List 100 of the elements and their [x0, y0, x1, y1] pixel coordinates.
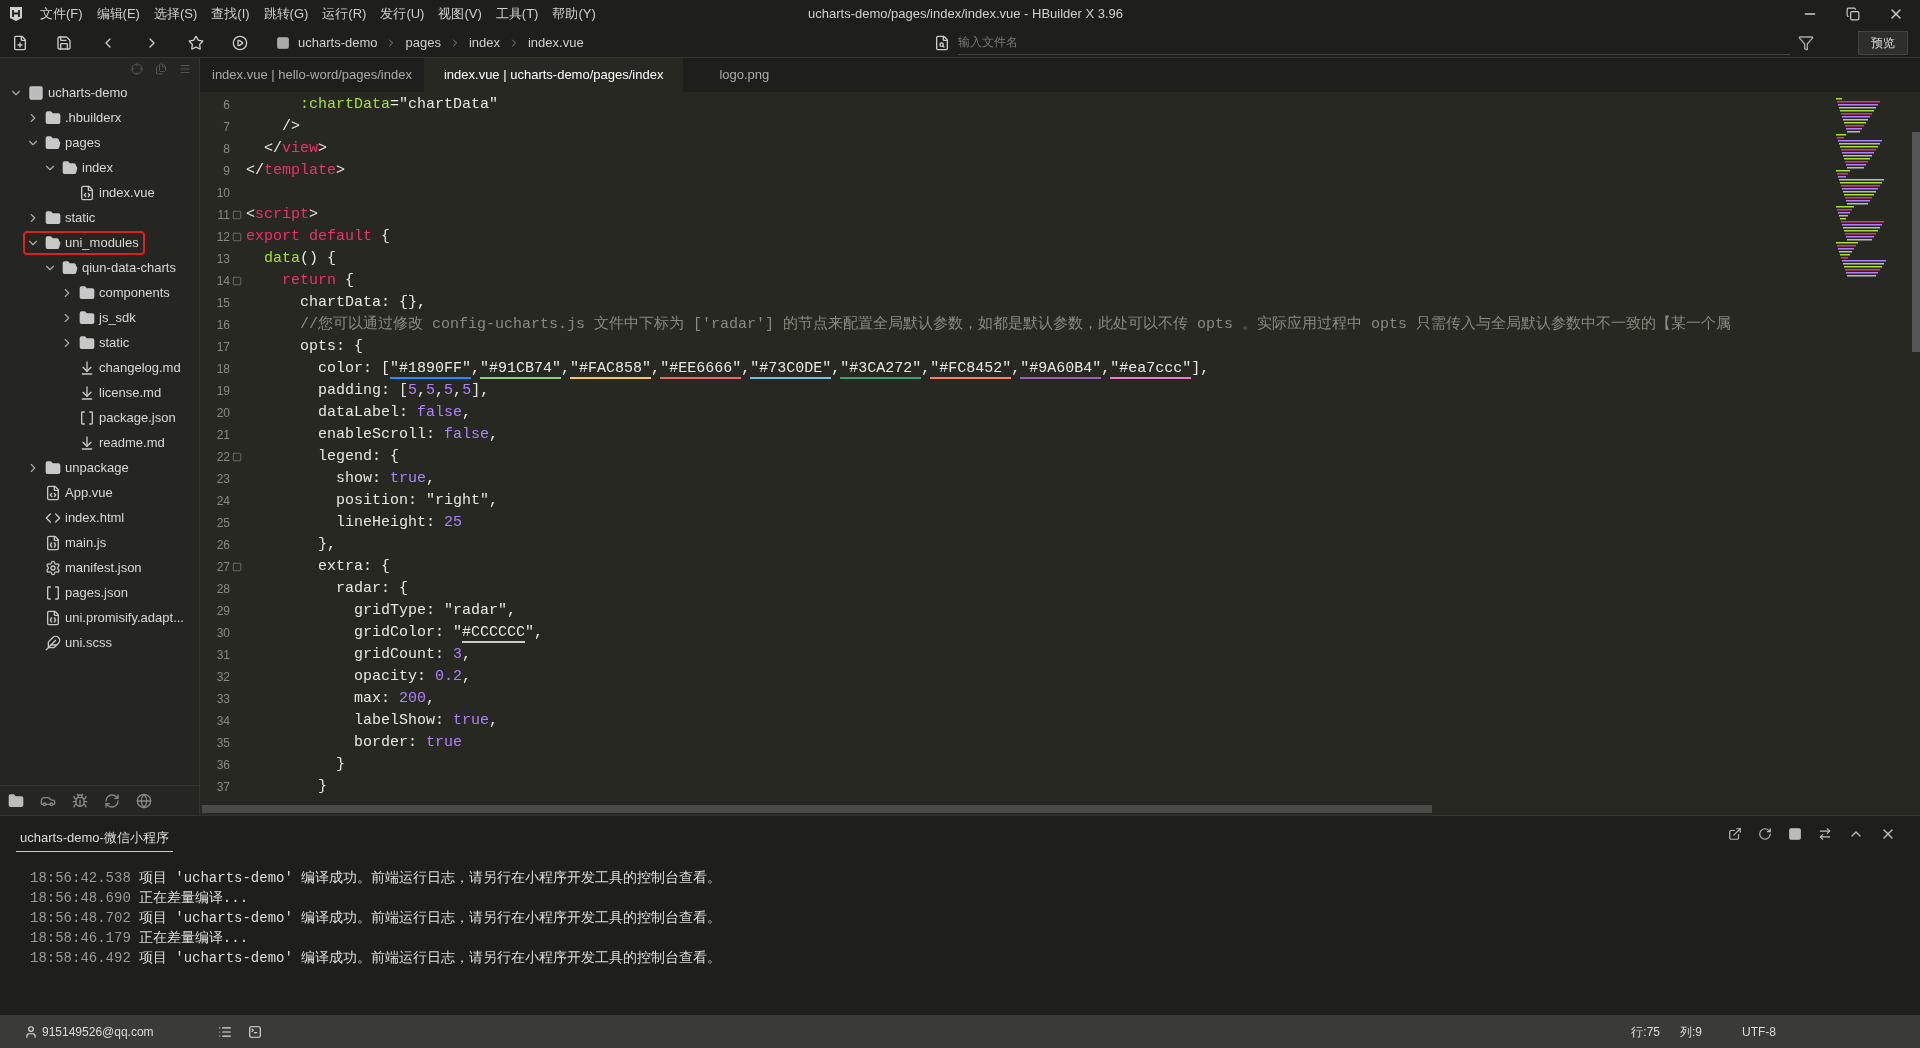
- menu-item[interactable]: 选择(S): [153, 4, 198, 24]
- globe-icon[interactable]: [136, 792, 152, 809]
- tree-item[interactable]: index: [40, 155, 120, 180]
- open-icon[interactable]: [1728, 827, 1742, 841]
- menu-item[interactable]: 帮助(Y): [552, 4, 596, 24]
- folder-icon: [79, 284, 95, 301]
- tree-item[interactable]: uni.scss: [23, 630, 118, 655]
- tree-item[interactable]: index.vue: [57, 180, 161, 205]
- star-icon[interactable]: [188, 34, 204, 51]
- code-line: position: "right",: [335, 490, 499, 511]
- terminal-icon[interactable]: [247, 1024, 262, 1039]
- tree-item[interactable]: uni_modules: [23, 230, 145, 255]
- encoding[interactable]: UTF-8: [1742, 1022, 1776, 1041]
- line-number: 24: [215, 493, 230, 510]
- menu-item[interactable]: 工具(T): [495, 4, 539, 24]
- list-icon[interactable]: [217, 1024, 232, 1039]
- tree-item[interactable]: uni.promisify.adapt...: [23, 605, 190, 630]
- code-line: extra: {: [317, 556, 391, 577]
- menu-item[interactable]: 编辑(E): [96, 4, 140, 24]
- search-icon: [934, 34, 950, 51]
- restore-icon[interactable]: [1846, 7, 1860, 21]
- line-number: 36: [215, 757, 230, 774]
- line-number: 29: [215, 603, 230, 620]
- line-number: 13: [215, 251, 230, 268]
- tree-item[interactable]: js_sdk: [57, 305, 142, 330]
- menu-item[interactable]: 查找(I): [211, 4, 250, 24]
- window-title: ucharts-demo/pages/index/index.vue - HBuilder X 3.96: [808, 5, 1124, 24]
- log-message: 项目 'ucharts-demo' 编译成功。前端运行日志，请另行在小程序开发工具的控制台查看。: [138, 948, 722, 968]
- menu-item[interactable]: 文件(F): [40, 4, 83, 24]
- tree-item[interactable]: readme.md: [57, 430, 171, 455]
- preview-button[interactable]: 预览: [1858, 30, 1908, 55]
- folder-icon: [45, 109, 61, 126]
- tree-item[interactable]: pages: [23, 130, 107, 155]
- line-number: 33: [215, 691, 230, 708]
- console-tab[interactable]: ucharts-demo-微信小程序: [16, 827, 173, 853]
- save-icon[interactable]: [56, 34, 72, 51]
- menu-item[interactable]: 跳转(G): [263, 4, 309, 24]
- folder-icon: [79, 334, 95, 351]
- tree-item[interactable]: components: [57, 280, 176, 305]
- code-line: radar: {: [335, 578, 409, 599]
- log-message: 项目 'ucharts-demo' 编译成功。前端运行日志，请另行在小程序开发工具的控制台查看。: [138, 868, 722, 888]
- cursor-line: 行:75: [1631, 1023, 1660, 1041]
- tree-item[interactable]: .hbuilderx: [23, 105, 128, 130]
- file-search-field[interactable]: 输入文件名: [958, 30, 1790, 55]
- new-file-icon[interactable]: [12, 34, 28, 51]
- tree-item[interactable]: ucharts-demo: [6, 80, 134, 105]
- menu-item[interactable]: 运行(R): [322, 4, 367, 24]
- breadcrumb-item[interactable]: pages: [405, 32, 441, 53]
- file-icon: [45, 484, 61, 501]
- refresh-icon[interactable]: [104, 792, 120, 809]
- file-icon: [45, 609, 61, 626]
- filter-icon[interactable]: [1798, 34, 1814, 51]
- editor-tab[interactable]: logo.png: [683, 58, 806, 92]
- line-number: 25: [215, 515, 230, 532]
- run-icon[interactable]: [232, 34, 248, 51]
- code-line: show: true,: [335, 468, 436, 489]
- scrollbar[interactable]: [1912, 132, 1920, 352]
- tree-item[interactable]: manifest.json: [23, 555, 148, 580]
- tree-item[interactable]: unpackage: [23, 455, 135, 480]
- tree-item[interactable]: license.md: [57, 380, 168, 405]
- horizontal-scrollbar[interactable]: [202, 805, 1432, 813]
- code-line: </template>: [246, 160, 346, 181]
- code-line: gridCount: 3,: [353, 644, 472, 665]
- code-line: chartData: {},: [299, 292, 427, 313]
- tree-item[interactable]: static: [23, 205, 102, 230]
- settings-icon: [45, 559, 61, 576]
- line-number: 16: [215, 317, 230, 334]
- editor-tab[interactable]: index.vue | hello-word/pages/index: [200, 58, 424, 92]
- tree-item[interactable]: qiun-data-charts: [40, 255, 182, 280]
- log-message: 正在差量编译...: [138, 888, 249, 908]
- log-time: 18:56:42.538: [30, 868, 131, 888]
- folder-icon[interactable]: [8, 792, 24, 809]
- switch-icon[interactable]: [1818, 827, 1832, 841]
- account-name[interactable]: 915149526@qq.com: [42, 1022, 154, 1041]
- log-time: 18:58:46.492: [30, 948, 131, 968]
- bug-icon[interactable]: [72, 792, 88, 809]
- menu-item[interactable]: 视图(V): [438, 4, 482, 24]
- line-number: 23: [215, 471, 230, 488]
- menu-item[interactable]: 发行(U): [380, 4, 425, 24]
- breadcrumb-item[interactable]: index: [468, 32, 500, 53]
- line-number: 35: [215, 735, 230, 752]
- line-number: 6: [222, 97, 230, 114]
- restart-icon[interactable]: [1758, 827, 1772, 841]
- folder-icon: [45, 209, 61, 226]
- tree-item[interactable]: pages.json: [23, 580, 134, 605]
- tree-item[interactable]: index.html: [23, 505, 131, 530]
- code-line: labelShow: true,: [353, 710, 499, 731]
- breadcrumb-item[interactable]: ucharts-demo: [298, 32, 378, 53]
- tree-item[interactable]: main.js: [23, 530, 113, 555]
- brackets-icon: [45, 584, 61, 601]
- editor-tab[interactable]: index.vue | ucharts-demo/pages/index: [423, 58, 684, 92]
- tree-item[interactable]: package.json: [57, 405, 182, 430]
- tree-item[interactable]: changelog.md: [57, 355, 187, 380]
- tree-item[interactable]: static: [57, 330, 136, 355]
- project-icon: [28, 84, 44, 101]
- code-line: opts: {: [299, 336, 364, 357]
- stop-icon[interactable]: [1788, 827, 1802, 841]
- code-line: gridColor: "#CCCCCC",: [353, 622, 544, 645]
- tree-item[interactable]: App.vue: [23, 480, 119, 505]
- breadcrumb-item[interactable]: index.vue: [528, 32, 584, 53]
